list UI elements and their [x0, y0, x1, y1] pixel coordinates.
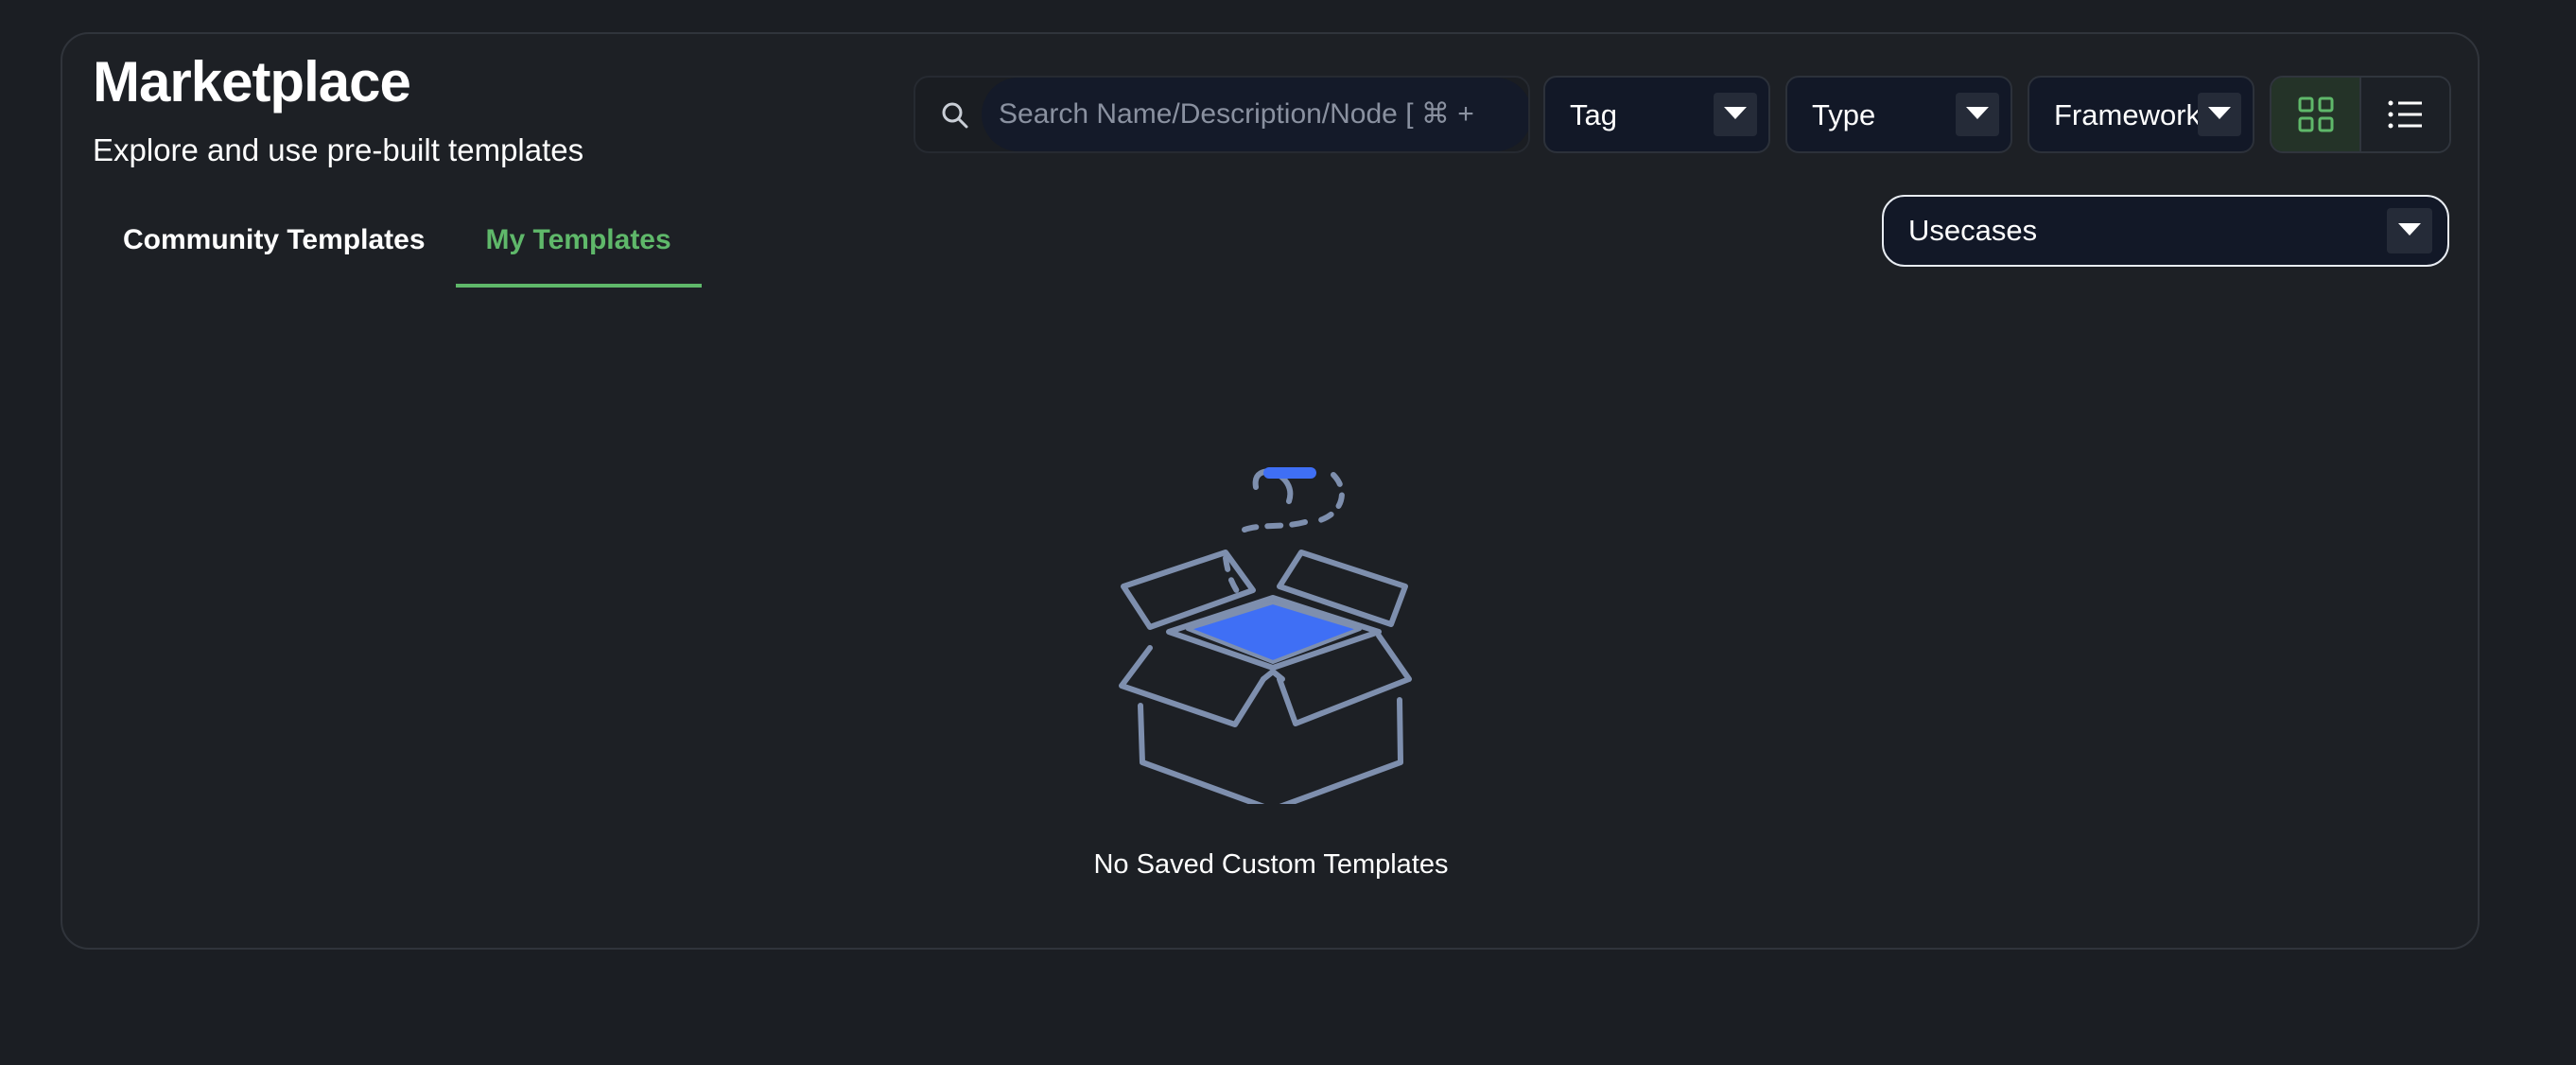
- type-filter-label: Type: [1812, 98, 1876, 131]
- tab-my-templates[interactable]: My Templates: [455, 199, 702, 288]
- search-box[interactable]: [914, 76, 1530, 153]
- chevron-down-icon[interactable]: [2387, 208, 2432, 253]
- grid-icon: [2298, 96, 2334, 132]
- chevron-down-icon[interactable]: [1714, 93, 1757, 136]
- grid-view-button[interactable]: [2271, 78, 2361, 151]
- empty-state-message: No Saved Custom Templates: [1093, 849, 1449, 880]
- list-icon: [2388, 100, 2422, 129]
- tab-community-templates[interactable]: Community Templates: [93, 199, 456, 288]
- page: Marketplace Explore and use pre-built te…: [0, 0, 2576, 1065]
- search-icon: [940, 100, 970, 131]
- view-toggle: [2270, 76, 2451, 153]
- usecases-filter-label: Usecases: [1908, 214, 2038, 247]
- chevron-down-icon[interactable]: [1956, 93, 1999, 136]
- tag-filter-dropdown[interactable]: Tag: [1543, 76, 1770, 153]
- chevron-down-icon[interactable]: [2198, 93, 2241, 136]
- template-tabs: Community Templates My Templates: [93, 199, 702, 288]
- usecases-filter-dropdown[interactable]: Usecases: [1882, 195, 2449, 267]
- tag-filter-label: Tag: [1570, 98, 1617, 131]
- search-input[interactable]: [985, 78, 1515, 151]
- framework-filter-label: Framework: [2054, 98, 2202, 131]
- page-title: Marketplace: [93, 50, 411, 113]
- open-box-icon: [1119, 467, 1412, 804]
- list-view-button[interactable]: [2361, 78, 2449, 151]
- type-filter-dropdown[interactable]: Type: [1785, 76, 2012, 153]
- page-subtitle: Explore and use pre-built templates: [93, 132, 584, 167]
- framework-filter-dropdown[interactable]: Framework: [2028, 76, 2254, 153]
